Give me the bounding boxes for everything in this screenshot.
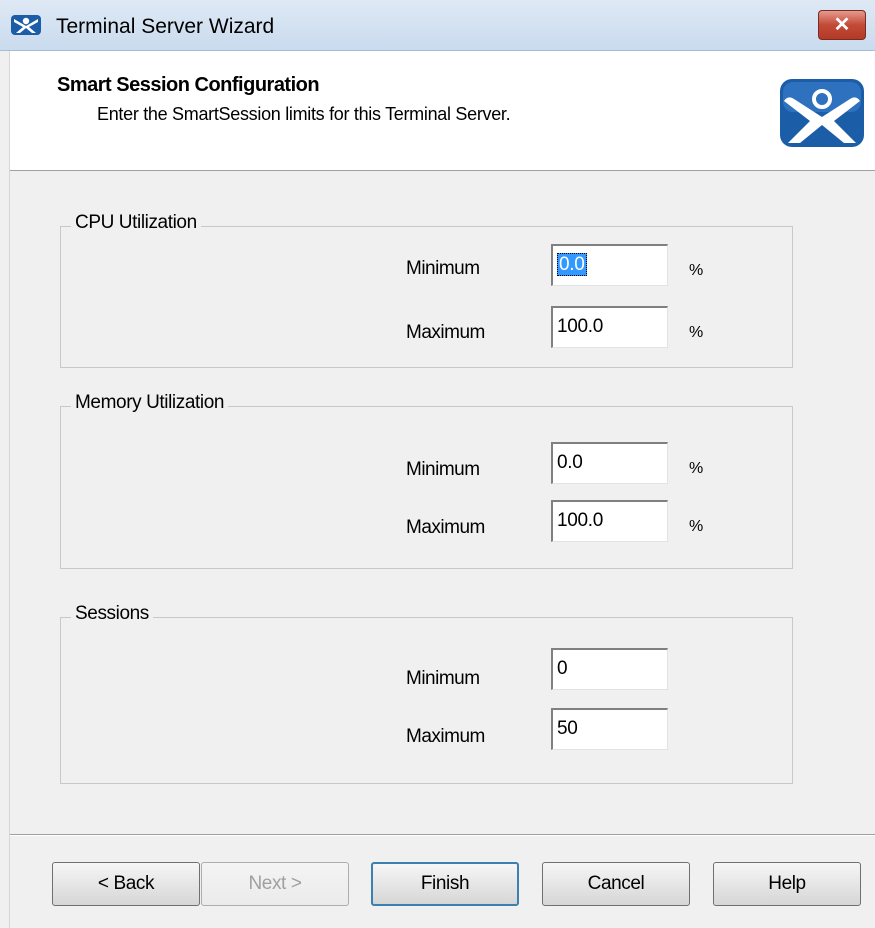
sessions-minimum-label: Minimum <box>406 668 480 689</box>
sessions-minimum-field[interactable]: 0 <box>551 648 668 690</box>
wizard-window: Terminal Server Wizard ✕ Smart Session C… <box>0 0 875 928</box>
memory-minimum-unit: % <box>689 460 704 477</box>
button-separator <box>10 834 875 836</box>
cpu-maximum-label: Maximum <box>406 322 485 343</box>
memory-minimum-field[interactable]: 0.0 <box>551 442 668 484</box>
sessions-maximum-value: 50 <box>557 718 578 739</box>
memory-maximum-field[interactable]: 100.0 <box>551 500 668 542</box>
cpu-minimum-value: 0.0 <box>557 253 587 276</box>
memory-minimum-label: Minimum <box>406 459 480 480</box>
sessions-maximum-field[interactable]: 50 <box>551 708 668 750</box>
cpu-maximum-field[interactable]: 100.0 <box>551 306 668 348</box>
memory-utilization-group: Memory Utilization <box>60 392 793 569</box>
close-button[interactable]: ✕ <box>818 10 866 40</box>
back-button[interactable]: < Back <box>52 862 200 906</box>
title-bar: Terminal Server Wizard ✕ <box>0 0 875 51</box>
memory-maximum-value: 100.0 <box>557 510 604 531</box>
sessions-title: Sessions <box>71 603 153 625</box>
thinmanager-logo <box>780 79 864 147</box>
thinmanager-icon <box>11 15 41 35</box>
page-subtitle: Enter the SmartSession limits for this T… <box>97 104 511 124</box>
memory-maximum-label: Maximum <box>406 517 485 538</box>
memory-utilization-title: Memory Utilization <box>71 392 229 414</box>
close-icon: ✕ <box>833 14 851 36</box>
cpu-utilization-title: CPU Utilization <box>71 212 201 234</box>
sessions-maximum-label: Maximum <box>406 726 485 747</box>
cpu-utilization-group: CPU Utilization <box>60 212 793 368</box>
cpu-minimum-label: Minimum <box>406 258 480 279</box>
help-button[interactable]: Help <box>713 862 861 906</box>
cpu-maximum-unit: % <box>689 324 704 341</box>
wizard-header: Smart Session Configuration Enter the Sm… <box>10 51 875 171</box>
window-title: Terminal Server Wizard <box>56 15 275 38</box>
sessions-minimum-value: 0 <box>557 658 568 679</box>
window-frame-edge <box>0 51 10 928</box>
cpu-maximum-value: 100.0 <box>557 316 604 337</box>
memory-maximum-unit: % <box>689 518 704 535</box>
page-title: Smart Session Configuration <box>57 74 320 96</box>
memory-minimum-value: 0.0 <box>557 452 583 473</box>
finish-button[interactable]: Finish <box>371 862 519 906</box>
cancel-button[interactable]: Cancel <box>542 862 690 906</box>
next-button[interactable]: Next > <box>201 862 349 906</box>
cpu-minimum-field[interactable]: 0.0 <box>551 244 668 286</box>
sessions-group: Sessions <box>60 603 793 784</box>
cpu-minimum-unit: % <box>689 262 704 279</box>
